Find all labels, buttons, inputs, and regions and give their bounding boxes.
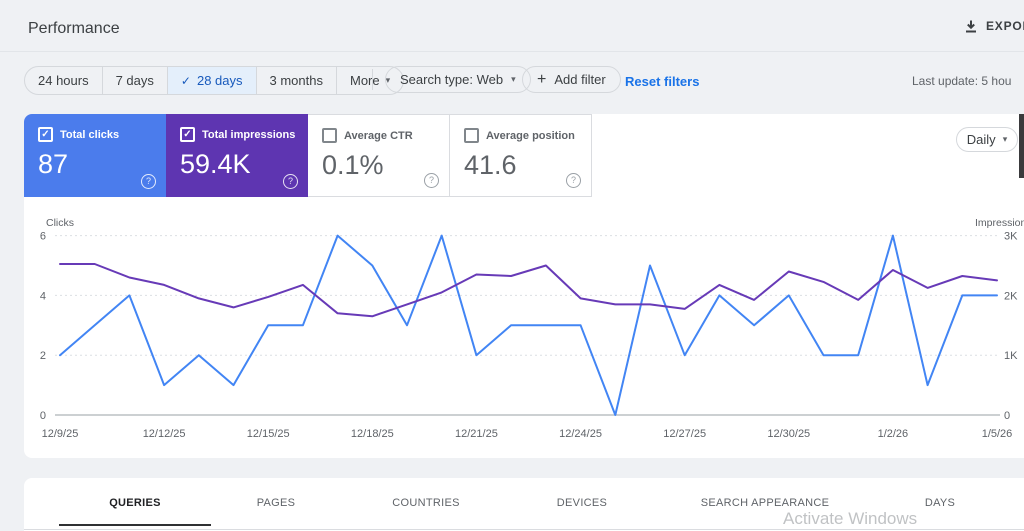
help-icon[interactable]: ? <box>141 174 156 189</box>
active-tab-underline <box>59 524 211 526</box>
granularity-dropdown[interactable]: Daily ▾ <box>956 127 1018 152</box>
chevron-down-icon: ▾ <box>511 74 516 84</box>
unchecked-checkbox[interactable] <box>464 128 479 143</box>
x-axis-tick: 12/21/25 <box>455 428 498 440</box>
tab-pages[interactable]: PAGES <box>257 497 296 509</box>
date-range-label: 24 hours <box>38 73 89 88</box>
date-range-label: 7 days <box>115 73 154 88</box>
clicks-line <box>59 234 998 416</box>
tabs-bottom-divider <box>24 529 1024 530</box>
export-button[interactable]: EXPORT <box>964 19 1024 33</box>
date-range-7-days[interactable]: 7 days <box>103 67 168 94</box>
metric-checkbox-row: Average CTR <box>322 128 435 143</box>
last-update-text: Last update: 5 hou <box>912 74 1012 88</box>
search-type-label: Search type: Web <box>400 72 504 87</box>
export-label: EXPORT <box>986 19 1024 33</box>
date-range-chips: 24 hours 7 days ✓ 28 days 3 months More ▾ <box>24 66 405 95</box>
date-range-3-months[interactable]: 3 months <box>257 67 337 94</box>
metric-label: Average position <box>486 129 575 142</box>
granularity-label: Daily <box>966 132 996 147</box>
tab-days[interactable]: DAYS <box>925 497 955 509</box>
left-axis-tick: 2 <box>40 350 46 362</box>
right-axis-tick: 1K <box>1004 350 1018 362</box>
x-axis-tick: 12/18/25 <box>351 428 394 440</box>
filter-divider <box>372 69 373 90</box>
left-axis-tick: 0 <box>40 410 46 422</box>
help-icon[interactable]: ? <box>283 174 298 189</box>
help-icon[interactable]: ? <box>424 173 439 188</box>
metric-value: 41.6 <box>464 150 517 180</box>
left-axis-tick: 4 <box>40 290 46 302</box>
x-axis-tick: 12/9/25 <box>42 428 79 440</box>
x-axis-tick: 12/24/25 <box>559 428 602 440</box>
tab-countries[interactable]: COUNTRIES <box>392 497 459 509</box>
x-axis-tick: 12/15/25 <box>247 428 290 440</box>
search-type-dropdown[interactable]: Search type: Web ▾ <box>385 66 531 93</box>
checked-checkbox[interactable]: ✓ <box>38 127 53 142</box>
page-title: Performance <box>28 20 120 37</box>
tab-devices[interactable]: DEVICES <box>557 497 607 509</box>
x-axis-tick: 1/5/26 <box>982 428 1013 440</box>
metric-value: 59.4K <box>180 149 251 179</box>
left-axis-tick: 6 <box>40 231 46 243</box>
tab-queries[interactable]: QUERIES <box>109 497 161 509</box>
date-range-label: 3 months <box>269 73 323 88</box>
metric-value: 87 <box>38 149 69 179</box>
plus-icon: + <box>537 70 547 88</box>
date-range-label: 28 days <box>196 73 243 88</box>
activate-windows-watermark: Activate Windows <box>783 509 918 528</box>
metric-card-total-clicks[interactable]: ✓ Total clicks 87? <box>24 114 166 197</box>
date-range-24-hours[interactable]: 24 hours <box>25 67 103 94</box>
metric-checkbox-row: ✓ Total impressions <box>180 127 296 142</box>
search-console-performance-page: { "header": { "title": "Performance", "e… <box>0 0 1024 531</box>
performance-chart: 0 2 4 6 0 1K 2K 3K 12/9/25 12/12/25 12/15/25 12/18/… <box>40 231 1018 440</box>
download-icon <box>964 19 978 33</box>
header-divider <box>0 51 1024 52</box>
x-axis-tick: 12/27/25 <box>663 428 706 440</box>
x-axis-tick: 12/12/25 <box>143 428 186 440</box>
chevron-down-icon: ▾ <box>1002 134 1008 144</box>
metric-checkbox-row: Average position <box>464 128 577 143</box>
x-axis-tick: 1/2/26 <box>878 428 909 440</box>
add-filter-button[interactable]: + Add filter <box>522 66 621 93</box>
metric-label: Average CTR <box>344 129 413 142</box>
more-label: More <box>350 73 380 88</box>
metric-value: 0.1% <box>322 150 384 180</box>
metric-checkbox-row: ✓ Total clicks <box>38 127 152 142</box>
right-axis-tick: 2K <box>1004 290 1018 302</box>
metric-label: Total clicks <box>60 128 120 141</box>
metric-card-average-position[interactable]: Average position 41.6? <box>450 114 592 197</box>
add-filter-label: Add filter <box>554 72 606 87</box>
metric-label: Total impressions <box>202 128 296 141</box>
right-axis-tick: 0 <box>1004 410 1010 422</box>
date-range-28-days[interactable]: ✓ 28 days <box>167 67 257 94</box>
help-icon[interactable]: ? <box>566 173 581 188</box>
metric-card-total-impressions[interactable]: ✓ Total impressions 59.4K? <box>166 114 308 197</box>
impressions-line <box>59 263 998 318</box>
metric-card-average-ctr[interactable]: Average CTR 0.1%? <box>308 114 450 197</box>
unchecked-checkbox[interactable] <box>322 128 337 143</box>
reset-filters-link[interactable]: Reset filters <box>625 74 699 89</box>
checked-checkbox[interactable]: ✓ <box>180 127 195 142</box>
right-axis-tick: 3K <box>1004 231 1018 243</box>
check-icon: ✓ <box>180 73 191 88</box>
metric-cards: ✓ Total clicks 87? ✓ Total impressions 59.4K?… <box>24 114 592 197</box>
tab-search-appearance[interactable]: SEARCH APPEARANCE <box>701 497 830 509</box>
window-edge-artifact <box>1019 114 1024 178</box>
x-axis-tick: 12/30/25 <box>767 428 810 440</box>
